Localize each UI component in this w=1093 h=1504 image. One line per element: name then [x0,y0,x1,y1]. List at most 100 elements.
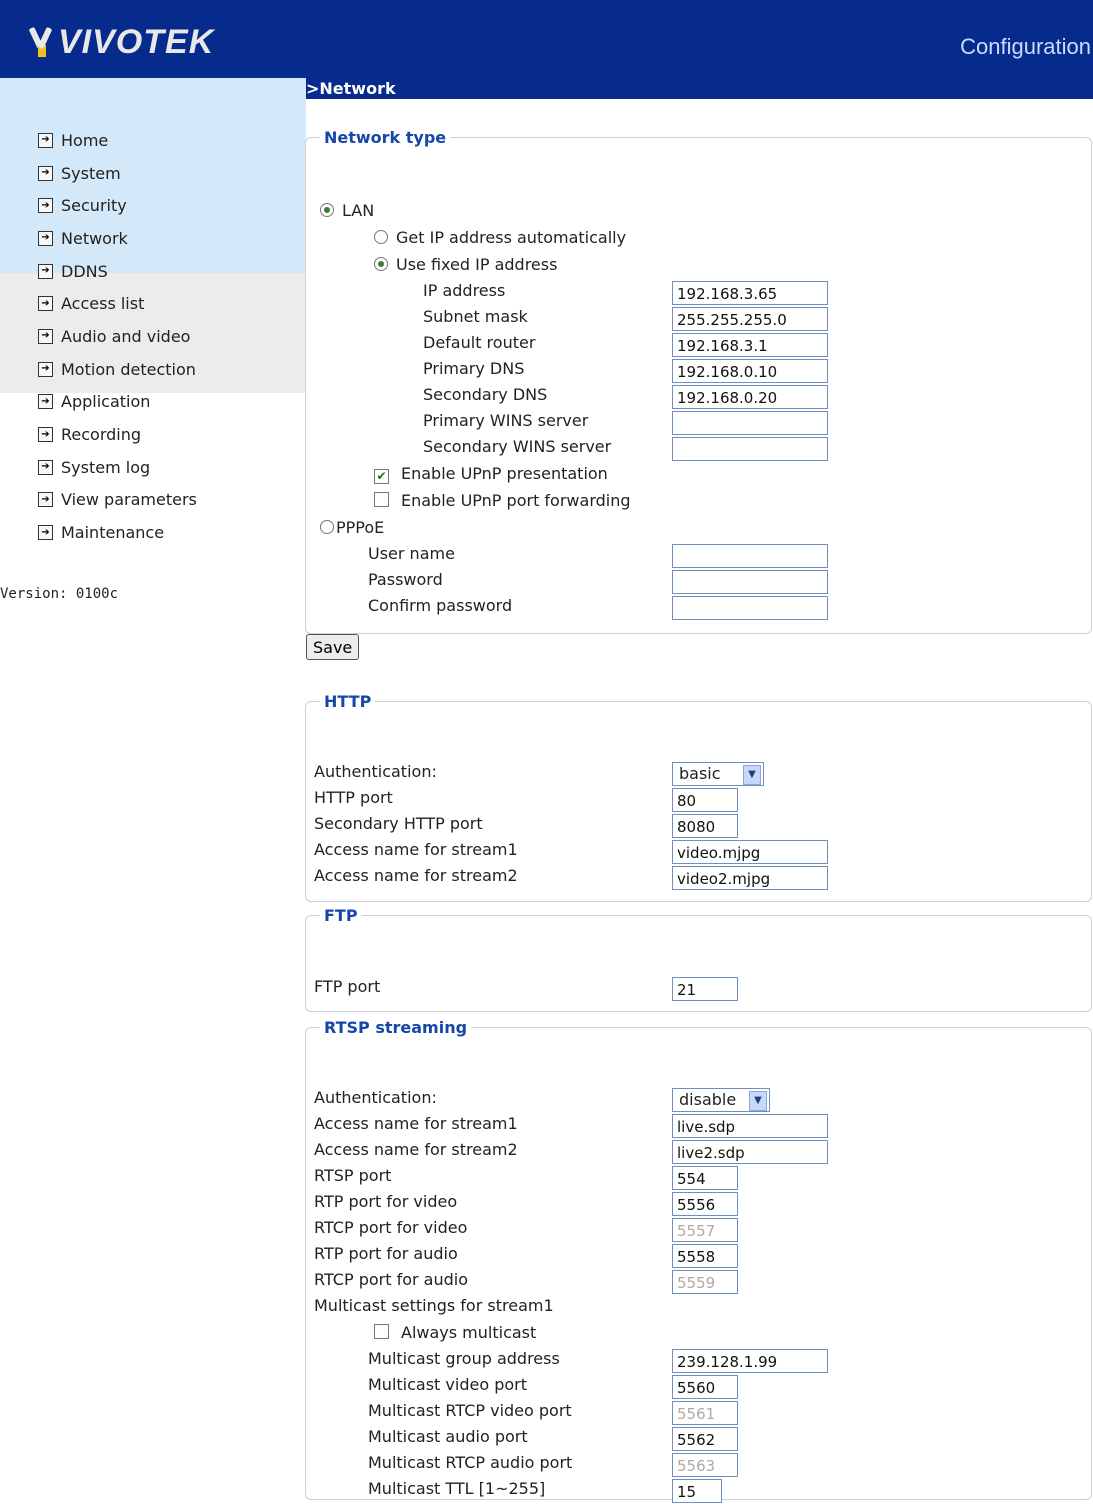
upnp-presentation-option[interactable]: ✔ Enable UPnP presentation [374,464,608,484]
rtp-audio-label: RTP port for audio [314,1244,458,1263]
primary-dns-input[interactable]: 192.168.0.10 [672,359,828,383]
auto-ip-radio[interactable] [374,230,388,244]
mc-rtcp-video-label: Multicast RTCP video port [368,1401,572,1420]
sidebar-item-audio-video[interactable]: ➔ Audio and video [38,320,197,353]
rtsp-legend: RTSP streaming [324,1018,468,1037]
http-auth-label: Authentication: [314,762,437,781]
subnet-mask-label: Subnet mask [423,307,528,326]
secondary-dns-label: Secondary DNS [423,385,548,404]
sidebar: ➔ Home ➔ System ➔ Security ➔ Network ➔ DDNS ➔… [0,78,306,1481]
arrow-right-icon: ➔ [38,132,53,148]
chevron-down-icon: ▼ [749,1091,767,1111]
arrow-right-icon: ➔ [38,492,53,508]
arrow-right-icon: ➔ [38,263,53,279]
pppoe-option[interactable]: PPPoE [320,518,384,537]
pppoe-confirm-input[interactable] [672,596,828,620]
arrow-right-icon: ➔ [38,230,53,246]
http-port-input[interactable]: 80 [672,788,738,812]
rtp-video-input[interactable]: 5556 [672,1192,738,1216]
ip-address-label: IP address [423,281,506,300]
sidebar-item-home[interactable]: ➔ Home [38,124,197,157]
rtp-video-label: RTP port for video [314,1192,458,1211]
arrow-right-icon: ➔ [38,296,53,312]
vivotek-logo: VIVOTEK [30,22,214,62]
sidebar-item-recording[interactable]: ➔ Recording [38,418,197,451]
secondary-http-port-input[interactable]: 8080 [672,814,738,838]
ftp-legend: FTP [324,906,358,925]
mc-group-label: Multicast group address [368,1349,560,1368]
secondary-wins-input[interactable] [672,437,828,461]
lan-option[interactable]: LAN [320,201,374,220]
upnp-presentation-checkbox[interactable]: ✔ [374,469,389,484]
network-type-legend: Network type [324,128,447,147]
chevron-down-icon: ▼ [743,765,761,785]
http-stream1-label: Access name for stream1 [314,840,518,859]
sidebar-item-security[interactable]: ➔ Security [38,189,197,222]
mc-rtcp-video-input: 5561 [672,1401,738,1425]
arrow-right-icon: ➔ [38,427,53,443]
rtsp-port-input[interactable]: 554 [672,1166,738,1190]
rtsp-stream1-label: Access name for stream1 [314,1114,518,1133]
upnp-forwarding-option[interactable]: Enable UPnP port forwarding [374,491,631,510]
pppoe-password-input[interactable] [672,570,828,594]
pppoe-confirm-label: Confirm password [368,596,513,615]
rtsp-stream2-input[interactable]: live2.sdp [672,1140,828,1164]
rtsp-port-label: RTSP port [314,1166,392,1185]
http-stream1-input[interactable]: video.mjpg [672,840,828,864]
mc-ttl-label: Multicast TTL [1~255] [368,1479,546,1498]
subnet-mask-input[interactable]: 255.255.255.0 [672,307,828,331]
sidebar-item-view-parameters[interactable]: ➔ View parameters [38,484,197,517]
fixed-ip-radio[interactable] [374,257,388,271]
save-button[interactable]: Save [306,634,360,660]
sidebar-item-maintenance[interactable]: ➔ Maintenance [38,516,197,549]
mc-audio-input[interactable]: 5562 [672,1427,738,1451]
section-title: >Network [306,78,1093,99]
fixed-ip-option[interactable]: Use fixed IP address [374,255,557,274]
rtcp-audio-label: RTCP port for audio [314,1270,468,1289]
arrow-right-icon: ➔ [38,361,53,377]
pppoe-radio[interactable] [320,520,334,534]
http-auth-select[interactable]: basic ▼ [672,762,764,786]
arrow-right-icon: ➔ [38,459,53,475]
mc-video-input[interactable]: 5560 [672,1375,738,1399]
auto-ip-option[interactable]: Get IP address automatically [374,228,626,247]
ftp-port-input[interactable]: 21 [672,977,738,1001]
always-multicast-checkbox[interactable] [374,1324,389,1339]
http-legend: HTTP [324,692,372,711]
mc-video-label: Multicast video port [368,1375,527,1394]
sidebar-item-system[interactable]: ➔ System [38,157,197,190]
sidebar-item-system-log[interactable]: ➔ System log [38,451,197,484]
sidebar-item-access-list[interactable]: ➔ Access list [38,287,197,320]
logo-mark-icon [30,25,52,59]
ftp-port-label: FTP port [314,977,381,996]
rtsp-stream1-input[interactable]: live.sdp [672,1114,828,1138]
sidebar-item-ddns[interactable]: ➔ DDNS [38,255,197,288]
secondary-dns-input[interactable]: 192.168.0.20 [672,385,828,409]
rtsp-auth-label: Authentication: [314,1088,437,1107]
ftp-group: FTP FTP port 21 [305,906,1092,1012]
http-stream2-input[interactable]: video2.mjpg [672,866,828,890]
rtcp-audio-input: 5559 [672,1270,738,1294]
mc-audio-label: Multicast audio port [368,1427,528,1446]
default-router-label: Default router [423,333,536,352]
rtsp-auth-select[interactable]: disable ▼ [672,1088,770,1112]
secondary-wins-label: Secondary WINS server [423,437,612,456]
sidebar-item-motion-detection[interactable]: ➔ Motion detection [38,353,197,386]
lan-radio[interactable] [320,203,334,217]
ip-address-input[interactable]: 192.168.3.65 [672,281,828,305]
primary-wins-input[interactable] [672,411,828,435]
sidebar-item-application[interactable]: ➔ Application [38,386,197,419]
arrow-right-icon: ➔ [38,198,53,214]
arrow-right-icon: ➔ [38,394,53,410]
default-router-input[interactable]: 192.168.3.1 [672,333,828,357]
sidebar-nav: ➔ Home ➔ System ➔ Security ➔ Network ➔ DDNS ➔… [38,124,197,549]
sidebar-item-network[interactable]: ➔ Network [38,222,197,255]
always-multicast-option[interactable]: Always multicast [374,1323,536,1342]
mc-ttl-input[interactable]: 15 [672,1479,722,1503]
pppoe-username-input[interactable] [672,544,828,568]
upnp-forwarding-checkbox[interactable] [374,492,389,507]
mc-group-input[interactable]: 239.128.1.99 [672,1349,828,1373]
rtp-audio-input[interactable]: 5558 [672,1244,738,1268]
firmware-version: Version: 0100c [0,586,119,602]
mc-rtcp-audio-label: Multicast RTCP audio port [368,1453,573,1472]
